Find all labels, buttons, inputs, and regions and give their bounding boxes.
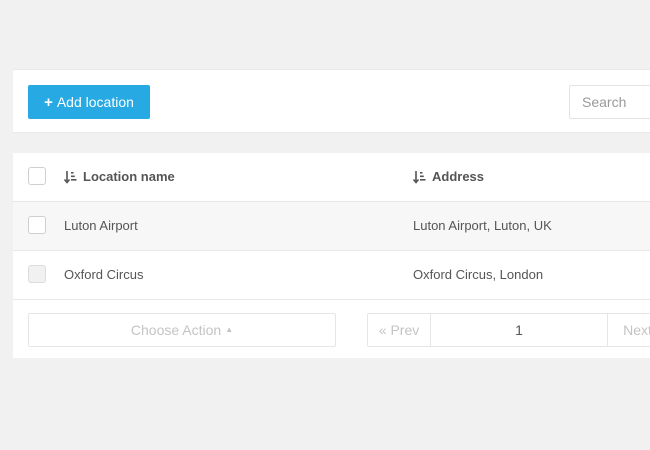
column-header-address[interactable]: Address	[413, 153, 484, 201]
address-cell: Luton Airport, Luton, UK	[413, 218, 552, 233]
address-cell: Oxford Circus, London	[413, 267, 544, 282]
row-checkbox[interactable]	[28, 265, 46, 283]
location-name-cell: Luton Airport	[64, 218, 138, 233]
table-row[interactable]: Oxford Circus Oxford Circus, London	[13, 251, 650, 300]
location-name-cell: Oxford Circus	[64, 267, 144, 282]
select-all-checkbox[interactable]	[28, 167, 46, 185]
table-header-row: Location name Address	[13, 153, 650, 202]
pagination: « Prev 1 Next	[367, 313, 650, 347]
toolbar: + Add location	[13, 69, 650, 133]
sort-amount-asc-icon	[413, 171, 426, 184]
sort-amount-asc-icon	[64, 171, 77, 184]
page-number-input[interactable]: 1	[431, 313, 608, 347]
search-input[interactable]	[569, 85, 650, 119]
choose-action-dropdown[interactable]: Choose Action ▲	[28, 313, 336, 347]
column-label: Address	[432, 169, 485, 184]
add-location-button[interactable]: + Add location	[28, 85, 150, 119]
column-label: Location name	[83, 169, 175, 184]
plus-icon: +	[44, 93, 53, 111]
column-header-location-name[interactable]: Location name	[64, 153, 175, 201]
locations-table: Location name Address Luton Airport Luto…	[13, 153, 650, 358]
add-location-label: Add location	[56, 94, 134, 110]
row-checkbox[interactable]	[28, 216, 46, 234]
choose-action-label: Choose Action	[130, 322, 222, 338]
caret-up-icon: ▲	[225, 325, 234, 334]
prev-page-button[interactable]: « Prev	[367, 313, 431, 347]
table-row[interactable]: Luton Airport Luton Airport, Luton, UK	[13, 202, 650, 251]
next-page-button[interactable]: Next	[608, 313, 650, 347]
